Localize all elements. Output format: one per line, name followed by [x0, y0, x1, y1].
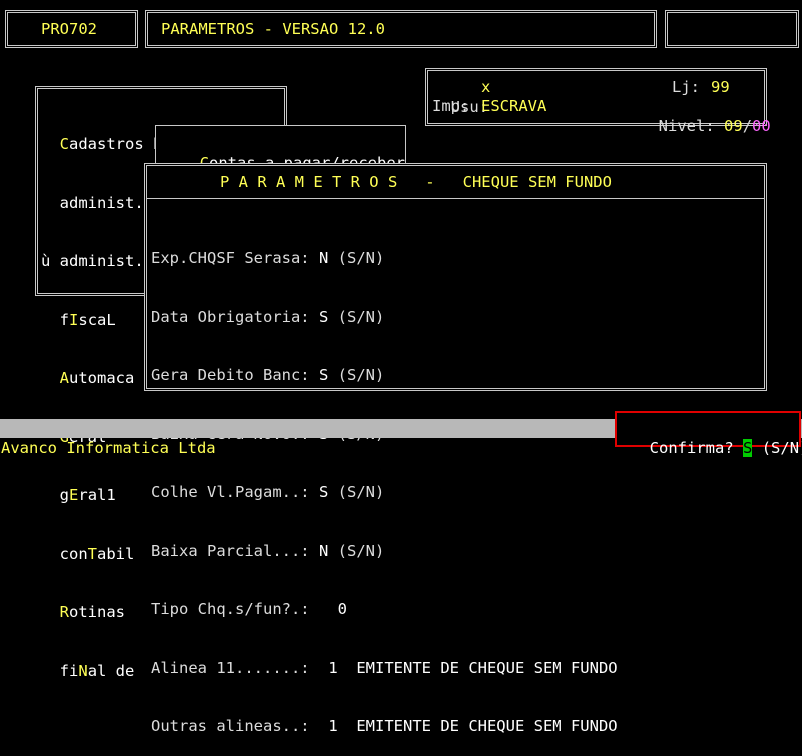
parameter-value[interactable]: N — [319, 249, 328, 267]
parameter-row-alinea-11: Alinea 11.......: 1 EMITENTE DE CHEQUE S… — [151, 658, 618, 677]
confirm-hint: (S/N) — [761, 438, 802, 457]
parameter-row-tipo-chq: Tipo Chq.s/fun?.: 0 — [151, 600, 347, 618]
confirm-label: Confirma? — [649, 438, 734, 457]
parameter-value[interactable]: S — [319, 483, 328, 501]
dialog-title: P A R A M E T R O S - CHEQUE SEM FUNDO — [220, 173, 612, 191]
right-header-box — [665, 10, 799, 48]
parameter-value[interactable]: S — [319, 308, 328, 326]
company-name: Avanco Informatica Ltda — [1, 439, 216, 457]
parameter-list: Exp.CHQSF Serasa: N (S/N) Data Obrigator… — [151, 210, 618, 756]
parameter-row-exp-chqsf: Exp.CHQSF Serasa: N (S/N) — [151, 249, 385, 267]
imp-label: Imp: — [432, 97, 470, 115]
parameter-row-colhe-vl-pagam: Colhe Vl.Pagam..: S (S/N) — [151, 483, 385, 501]
confirm-input[interactable]: S — [743, 438, 753, 457]
parameter-row-outras-alineas: Outras alineas..: 1 EMITENTE DE CHEQUE S… — [151, 717, 618, 735]
imp-value: ESCRAVA — [481, 97, 547, 115]
nivel-label: Nivel: — [658, 116, 715, 135]
parameter-value[interactable]: S — [319, 366, 328, 384]
nivel-value-secondary: 00 — [752, 116, 771, 135]
parameter-value[interactable]: 0 — [319, 600, 347, 618]
program-code: PRO702 — [41, 20, 97, 38]
nivel-value: 09 — [724, 116, 743, 135]
dialog-title-divider — [147, 198, 764, 199]
lj-label: Lj: — [672, 78, 700, 96]
parameter-row-baixa-parcial: Baixa Parcial...: N (S/N) — [151, 541, 385, 560]
confirm-row: Confirma? S (S/N) — [631, 419, 802, 458]
nivel-row: Nivel: 09/00 — [640, 97, 771, 136]
lj-value: 99 — [711, 78, 730, 96]
parameter-value[interactable]: N — [319, 542, 328, 560]
parameter-row-data-obrigatoria: Data Obrigatoria: S (S/N) — [151, 307, 385, 326]
nivel-separator: / — [742, 116, 753, 135]
page-title: PARAMETROS - VERSAO 12.0 — [161, 20, 385, 38]
usu-value: x — [481, 78, 491, 96]
parameter-value[interactable]: 1 — [319, 717, 337, 735]
parameter-value[interactable]: 1 — [319, 659, 337, 677]
parameter-row-gera-debito: Gera Debito Banc: S (S/N) — [151, 366, 385, 384]
